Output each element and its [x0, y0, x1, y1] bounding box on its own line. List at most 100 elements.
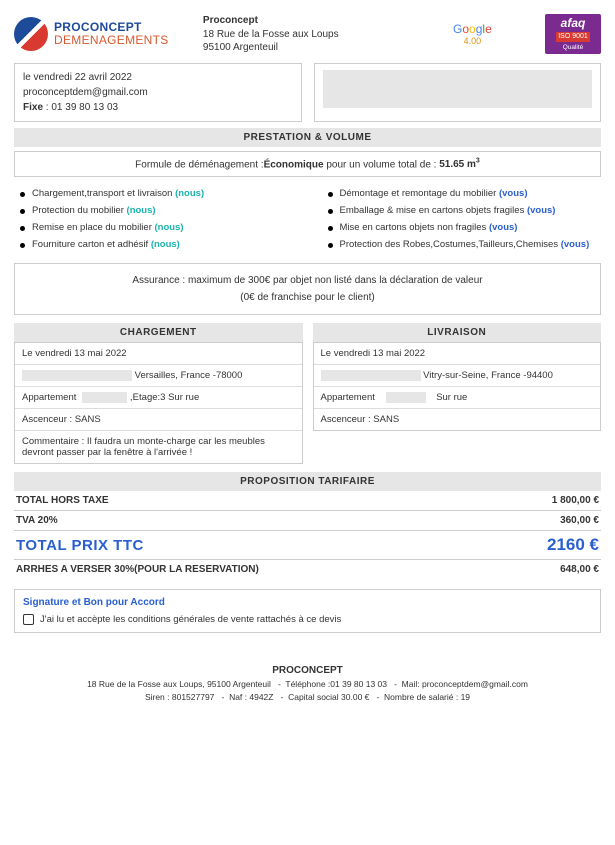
footer-siren: Siren : 801527797 [145, 692, 214, 702]
redacted-street [321, 370, 421, 381]
sender-meta-box: le vendredi 22 avril 2022 proconceptdem@… [14, 63, 302, 122]
assurance-box: Assurance : maximum de 300€ par objet no… [14, 263, 601, 315]
service-tag-vous: (vous) [561, 239, 590, 250]
prestation-section-title: PRESTATION & VOLUME [14, 128, 601, 147]
brand-block: PROCONCEPT DEMENAGEMENTS [14, 17, 193, 51]
ttc-value: 2160 € [547, 535, 599, 555]
footer-address: 18 Rue de la Fosse aux Loups, 95100 Arge… [87, 679, 271, 689]
service-item: Emballage & mise en cartons objets fragi… [328, 202, 596, 219]
redacted-client-block [323, 70, 593, 108]
livraison-city: Vitry-sur-Seine, France -94400 [423, 370, 553, 381]
service-text: Protection du mobilier [32, 205, 127, 216]
consent-row: J'ai lu et accèpte les conditions généra… [23, 614, 592, 625]
footer-salaries: Nombre de salarié : 19 [384, 692, 470, 702]
apt-suffix: Sur rue [436, 392, 467, 403]
consent-checkbox[interactable] [23, 614, 34, 625]
apt-suffix: ,Etage:3 Sur rue [130, 392, 199, 403]
sender-email: proconceptdem@gmail.com [23, 85, 293, 100]
footer-company-name: PROCONCEPT [14, 663, 601, 678]
service-item: Démontage et remontage du mobilier (vous… [328, 185, 596, 202]
google-logo-icon: Google [410, 22, 535, 36]
redacted-apt [82, 392, 127, 403]
volume-exp: 3 [476, 158, 480, 165]
ht-value: 1 800,00 € [552, 495, 599, 506]
chargement-apartment: Appartement ,Etage:3 Sur rue [15, 387, 302, 409]
chargement-title: CHARGEMENT [14, 323, 303, 342]
service-tag-vous: (vous) [527, 205, 556, 216]
tva-label: TVA 20% [16, 515, 58, 526]
price-row-arrhes: ARRHES A VERSER 30%(POUR LA RESERVATION)… [14, 560, 601, 579]
tarif-title: PROPOSITION TARIFAIRE [14, 472, 601, 491]
google-rating-value: 4.00 [410, 36, 535, 46]
price-row-tva: TVA 20% 360,00 € [14, 511, 601, 531]
meta-row: le vendredi 22 avril 2022 proconceptdem@… [14, 63, 601, 122]
afaq-badge: afaq ISO 9001 Qualité [545, 14, 601, 54]
footer-mail: Mail: proconceptdem@gmail.com [402, 679, 528, 689]
fixe-label: Fixe [23, 102, 43, 113]
chargement-box: Le vendredi 13 mai 2022 Versailles, Fran… [14, 342, 303, 464]
redacted-apt [386, 392, 426, 403]
chargement-date: Le vendredi 13 mai 2022 [15, 343, 302, 365]
fixe-value: : 01 39 80 13 03 [43, 102, 118, 113]
ttc-label: TOTAL PRIX TTC [16, 537, 144, 554]
brand-logo-icon [14, 17, 48, 51]
arrhes-value: 648,00 € [560, 564, 599, 575]
livraison-address: Vitry-sur-Seine, France -94400 [314, 365, 601, 387]
tva-value: 360,00 € [560, 515, 599, 526]
livraison-apartment: Appartement Sur rue [314, 387, 601, 409]
chargement-comment: Commentaire : Il faudra un monte-charge … [15, 431, 302, 463]
apt-prefix: Appartement [22, 392, 76, 403]
assurance-line1: Assurance : maximum de 300€ par objet no… [21, 272, 594, 289]
service-text: Chargement,transport et livraison [32, 188, 175, 199]
footer-phone: Téléphone :01 39 80 13 03 [285, 679, 387, 689]
arrhes-label: ARRHES A VERSER 30%(POUR LA RESERVATION) [16, 564, 259, 575]
pricing-block: PROPOSITION TARIFAIRE TOTAL HORS TAXE 1 … [14, 472, 601, 579]
service-text: Emballage & mise en cartons objets fragi… [340, 205, 527, 216]
company-address: Proconcept 18 Rue de la Fosse aux Loups … [203, 14, 400, 55]
service-tag-nous: (nous) [175, 188, 204, 199]
ht-label: TOTAL HORS TAXE [16, 495, 109, 506]
service-text: Mise en cartons objets non fragiles [340, 222, 489, 233]
footer-capital: Capital social 30.00 € [288, 692, 369, 702]
assurance-line2: (0€ de franchise pour le client) [21, 289, 594, 306]
service-tag-nous: (nous) [155, 222, 184, 233]
formule-summary: Formule de déménagement :Économique pour… [14, 151, 601, 177]
service-tag-nous: (nous) [127, 205, 156, 216]
formule-prefix: Formule de déménagement : [135, 159, 263, 170]
service-tag-vous: (vous) [489, 222, 518, 233]
afaq-brand: afaq [549, 17, 597, 30]
livraison-ascenceur: Ascenceur : SANS [314, 409, 601, 430]
service-item: Protection des Robes,Costumes,Tailleurs,… [328, 236, 596, 253]
livraison-date: Le vendredi 13 mai 2022 [314, 343, 601, 365]
signature-box: Signature et Bon pour Accord J'ai lu et … [14, 589, 601, 633]
service-tag-nous: (nous) [151, 239, 180, 250]
service-text: Démontage et remontage du mobilier [340, 188, 499, 199]
livraison-box: Le vendredi 13 mai 2022 Vitry-sur-Seine,… [313, 342, 602, 431]
recipient-meta-box [314, 63, 602, 122]
redacted-street [22, 370, 132, 381]
services-grid: Chargement,transport et livraison (nous)… [20, 185, 595, 253]
price-row-ttc: TOTAL PRIX TTC 2160 € [14, 531, 601, 560]
footer-block: PROCONCEPT 18 Rue de la Fosse aux Loups,… [14, 663, 601, 704]
formule-mid: pour un volume total de : [324, 159, 440, 170]
footer-naf: Naf : 4942Z [229, 692, 273, 702]
service-item: Fourniture carton et adhésif (nous) [20, 236, 288, 253]
livraison-title: LIVRAISON [313, 323, 602, 342]
signature-title: Signature et Bon pour Accord [23, 597, 592, 608]
volume-value: 51.65 m [439, 159, 476, 170]
company-name: Proconcept [203, 14, 400, 28]
service-item: Chargement,transport et livraison (nous) [20, 185, 288, 202]
service-text: Protection des Robes,Costumes,Tailleurs,… [340, 239, 561, 250]
address-columns: CHARGEMENT Le vendredi 13 mai 2022 Versa… [14, 323, 601, 464]
service-text: Fourniture carton et adhésif [32, 239, 151, 250]
services-right-list: Démontage et remontage du mobilier (vous… [328, 185, 596, 253]
consent-text: J'ai lu et accèpte les conditions généra… [40, 614, 341, 625]
apt-prefix: Appartement [321, 392, 375, 403]
chargement-address: Versailles, France -78000 [15, 365, 302, 387]
quote-date: le vendredi 22 avril 2022 [23, 70, 293, 85]
service-item: Protection du mobilier (nous) [20, 202, 288, 219]
price-row-ht: TOTAL HORS TAXE 1 800,00 € [14, 491, 601, 511]
service-text: Remise en place du mobilier [32, 222, 155, 233]
company-addr1: 18 Rue de la Fosse aux Loups [203, 28, 400, 42]
service-tag-vous: (vous) [499, 188, 528, 199]
